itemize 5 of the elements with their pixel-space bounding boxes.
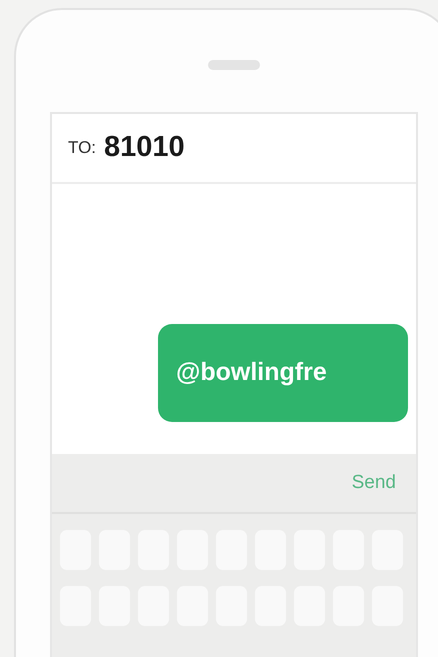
send-button[interactable]: Send (352, 468, 396, 498)
recipient-number: 81010 (104, 130, 185, 166)
to-label: TO: (68, 137, 96, 160)
message-bubble: @bowlingfre (158, 324, 408, 422)
speaker-slot (208, 60, 260, 70)
